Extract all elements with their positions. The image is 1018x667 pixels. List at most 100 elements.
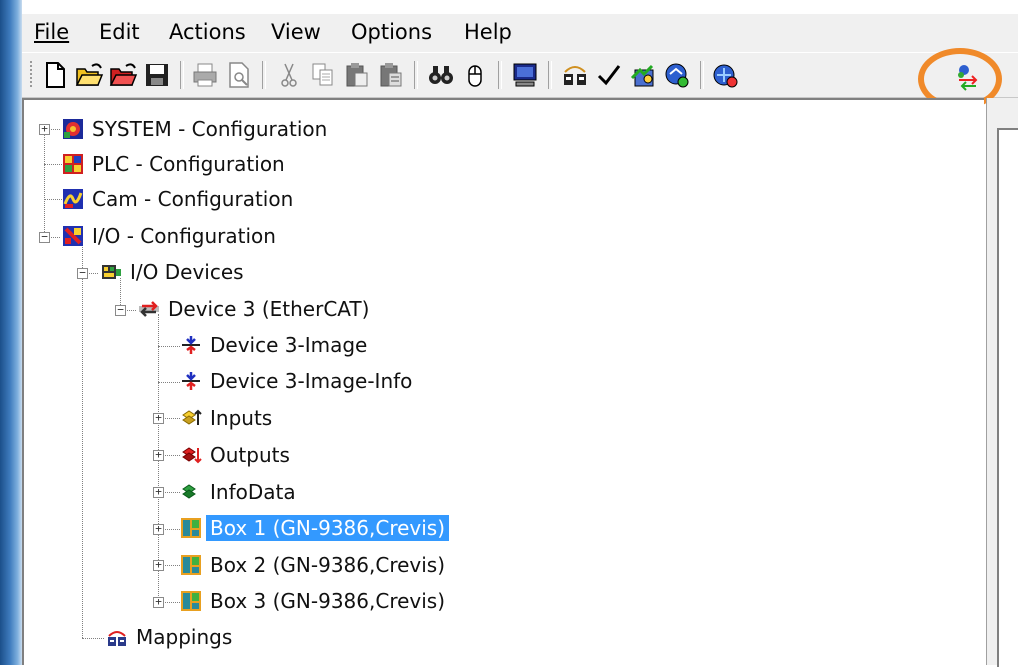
tree-connector (158, 346, 180, 348)
process-image-icon (182, 372, 200, 390)
tree-node-infodata[interactable]: InfoData (180, 476, 300, 508)
collapse-toggle[interactable]: − (39, 231, 50, 243)
new-file-icon[interactable] (40, 60, 70, 90)
tree-node-label: Mappings (136, 625, 233, 649)
cam-config-icon (63, 189, 83, 209)
system-config-icon (63, 119, 83, 139)
open-file-icon[interactable] (74, 60, 104, 90)
menu-options[interactable]: Options (351, 20, 432, 44)
ethercat-device-icon (139, 301, 159, 317)
window-edge (0, 0, 22, 665)
tree-node-io-devices[interactable]: I/O Devices (100, 256, 248, 288)
tree-node-box2[interactable]: Box 2 (GN-9386,Crevis) (180, 549, 449, 581)
tree-node-io[interactable]: I/O - Configuration (62, 220, 280, 252)
outputs-icon (182, 447, 202, 464)
tree-node-label: Device 3 (EtherCAT) (168, 297, 370, 321)
toolbar-grip[interactable] (30, 61, 32, 89)
tree-node-outputs[interactable]: Outputs (180, 439, 294, 471)
expand-toggle[interactable]: + (153, 596, 164, 608)
toolbar-separator (498, 61, 502, 89)
toolbar-separator (180, 61, 184, 89)
box-module-icon (181, 555, 201, 575)
tree-connector (44, 164, 64, 166)
activate-configuration-icon[interactable] (628, 60, 658, 90)
detail-pane-content[interactable] (997, 128, 1018, 667)
box-module-icon (181, 518, 201, 538)
toolbar-separator (548, 61, 552, 89)
plc-config-icon (63, 154, 83, 174)
tree-connector (44, 199, 64, 201)
tree-node-label: SYSTEM - Configuration (92, 117, 328, 141)
collapse-toggle[interactable]: − (77, 267, 88, 279)
top-caption-band (0, 0, 1018, 14)
tree-node-label: PLC - Configuration (92, 152, 285, 176)
toolbar-separator (700, 61, 704, 89)
menu-actions[interactable]: Actions (169, 20, 246, 44)
expand-toggle[interactable]: + (153, 486, 164, 498)
tree-node-system[interactable]: SYSTEM - Configuration (62, 113, 331, 145)
mouse-icon[interactable] (460, 60, 490, 90)
monitor-icon[interactable] (510, 60, 540, 90)
tree-connector (44, 130, 46, 238)
mappings-icon (108, 631, 126, 646)
tree-connector (82, 242, 84, 638)
tree-node-device3[interactable]: Device 3 (EtherCAT) (138, 293, 373, 325)
box-module-icon (181, 591, 201, 611)
find-icon[interactable] (426, 60, 456, 90)
tree-node-label: I/O - Configuration (92, 224, 276, 248)
tree-node-mappings[interactable]: Mappings (106, 621, 236, 653)
toolbar-separator (262, 61, 266, 89)
paste-with-links-icon[interactable] (376, 60, 406, 90)
generate-mappings-icon[interactable] (560, 60, 590, 90)
tree-node-box1[interactable]: Box 1 (GN-9386,Crevis) (180, 512, 450, 544)
tree-connector (158, 382, 180, 384)
expand-toggle[interactable]: + (153, 559, 164, 571)
tree-node-label: Box 2 (GN-9386,Crevis) (210, 553, 446, 577)
configuration-tree[interactable]: + − − − + + + + + + SYSTEM - Configurati… (22, 98, 984, 665)
toolbar-separator (414, 61, 418, 89)
menu-file[interactable]: File (34, 20, 69, 44)
expand-toggle[interactable]: + (153, 449, 164, 461)
tree-node-cam[interactable]: Cam - Configuration (62, 183, 297, 215)
collapse-toggle[interactable]: − (115, 304, 126, 316)
tree-node-label: Inputs (210, 406, 273, 430)
io-config-icon (63, 226, 83, 246)
menu-help[interactable]: Help (464, 20, 512, 44)
tree-node-box3[interactable]: Box 3 (GN-9386,Crevis) (180, 585, 449, 617)
tree-node-label: Device 3-Image (210, 333, 368, 357)
tree-node-label: Cam - Configuration (92, 187, 294, 211)
tree-node-inputs[interactable]: Inputs (180, 402, 276, 434)
infodata-icon (182, 484, 196, 499)
expand-toggle[interactable]: + (153, 523, 164, 535)
tree-node-device3-image-info[interactable]: Device 3-Image-Info (180, 365, 416, 397)
menu-view[interactable]: View (271, 20, 321, 44)
expand-toggle[interactable]: + (39, 123, 50, 135)
menu-edit[interactable]: Edit (99, 20, 140, 44)
tree-node-label-selected: Box 1 (GN-9386,Crevis) (206, 515, 450, 541)
tree-node-plc[interactable]: PLC - Configuration (62, 148, 289, 180)
config-mode-icon[interactable] (710, 60, 740, 90)
save-icon[interactable] (142, 60, 172, 90)
print-preview-icon[interactable] (224, 60, 254, 90)
check-configuration-icon[interactable] (594, 60, 624, 90)
copy-icon[interactable] (308, 60, 338, 90)
io-devices-icon (102, 265, 121, 279)
main-toolbar (22, 52, 1018, 98)
paste-icon[interactable] (342, 60, 372, 90)
inputs-icon (182, 409, 202, 425)
tree-node-label: Device 3-Image-Info (210, 369, 413, 393)
cut-icon[interactable] (274, 60, 304, 90)
tree-node-label: InfoData (210, 480, 296, 504)
print-icon[interactable] (190, 60, 220, 90)
tree-node-label: Outputs (210, 443, 290, 467)
expand-toggle[interactable]: + (153, 412, 164, 424)
tree-node-label: Box 3 (GN-9386,Crevis) (210, 589, 446, 613)
set-run-mode-icon[interactable] (662, 60, 692, 90)
process-image-icon (182, 336, 200, 354)
menu-bar: File Edit Actions View Options Help (22, 14, 1018, 52)
tree-node-device3-image[interactable]: Device 3-Image (180, 329, 371, 361)
open-project-icon[interactable] (108, 60, 138, 90)
detail-pane (986, 98, 1018, 667)
tree-node-label: I/O Devices (130, 260, 244, 284)
tree-connector (82, 638, 104, 640)
